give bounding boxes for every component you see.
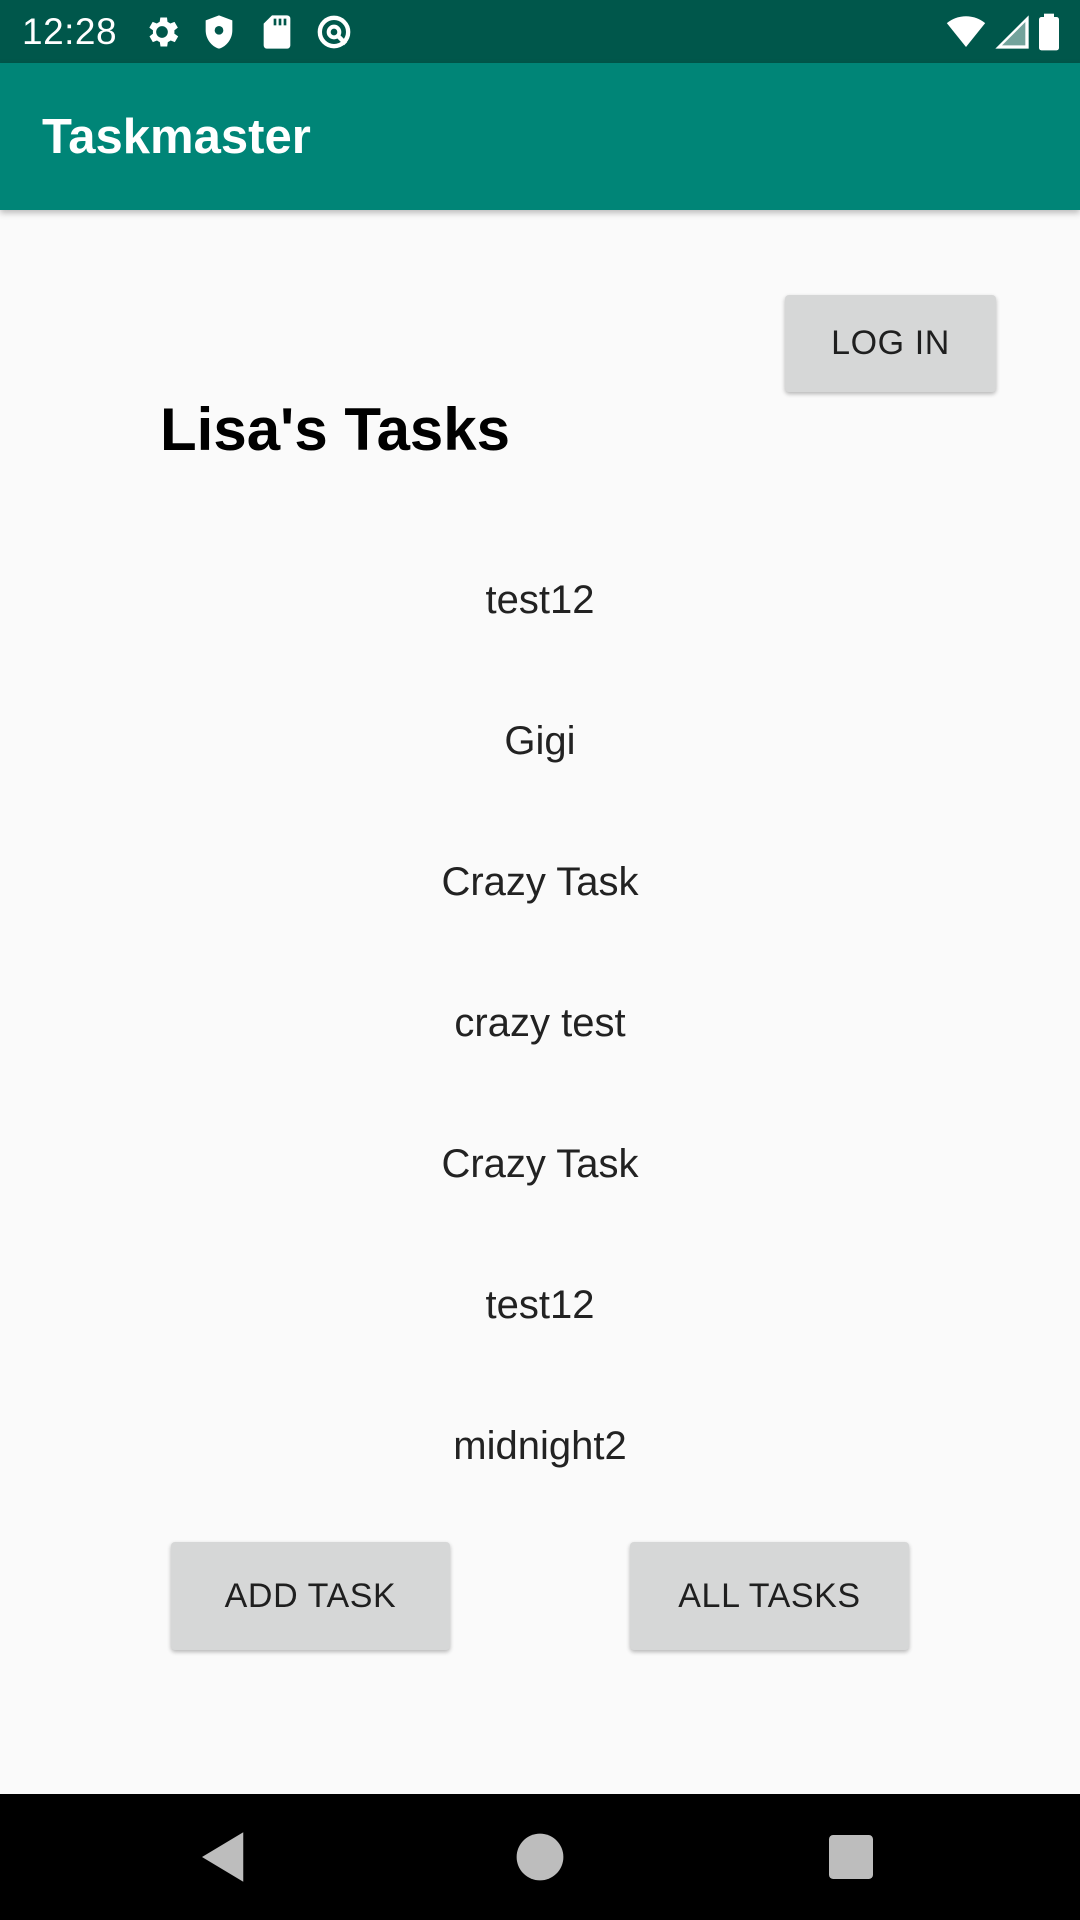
battery-icon [1036, 12, 1062, 52]
gear-icon [142, 12, 182, 52]
recents-icon[interactable] [818, 1824, 884, 1890]
status-bar: 12:28 [0, 0, 1080, 63]
status-clock: 12:28 [22, 11, 118, 52]
back-icon[interactable] [191, 1824, 257, 1890]
nav-bar [0, 1794, 1080, 1920]
app-title: Taskmaster [42, 110, 311, 164]
wifi-icon [944, 12, 988, 52]
home-icon[interactable] [507, 1824, 573, 1890]
shield-icon [199, 12, 239, 52]
sd-card-icon [257, 12, 297, 52]
task-item[interactable]: Crazy Task [0, 812, 1080, 953]
task-item[interactable]: test12 [0, 530, 1080, 671]
task-item[interactable]: crazy test [0, 953, 1080, 1094]
task-list: test12 Gigi Crazy Task crazy test Crazy … [0, 530, 1080, 1517]
login-button[interactable]: LOG IN [785, 295, 996, 392]
cell-signal-icon [992, 12, 1032, 52]
task-item[interactable]: midnight2 [0, 1376, 1080, 1517]
task-item[interactable]: Gigi [0, 671, 1080, 812]
screen: 12:28 Taskmaster LOG IN Lisa's Tasks tes… [0, 0, 1080, 1920]
data-saver-icon [314, 12, 354, 52]
page-title: Lisa's Tasks [160, 396, 511, 463]
all-tasks-button[interactable]: ALL TASKS [630, 1542, 909, 1650]
task-item[interactable]: test12 [0, 1235, 1080, 1376]
app-bar: Taskmaster [0, 63, 1080, 210]
task-item[interactable]: Crazy Task [0, 1094, 1080, 1235]
add-task-button[interactable]: ADD TASK [171, 1542, 450, 1650]
